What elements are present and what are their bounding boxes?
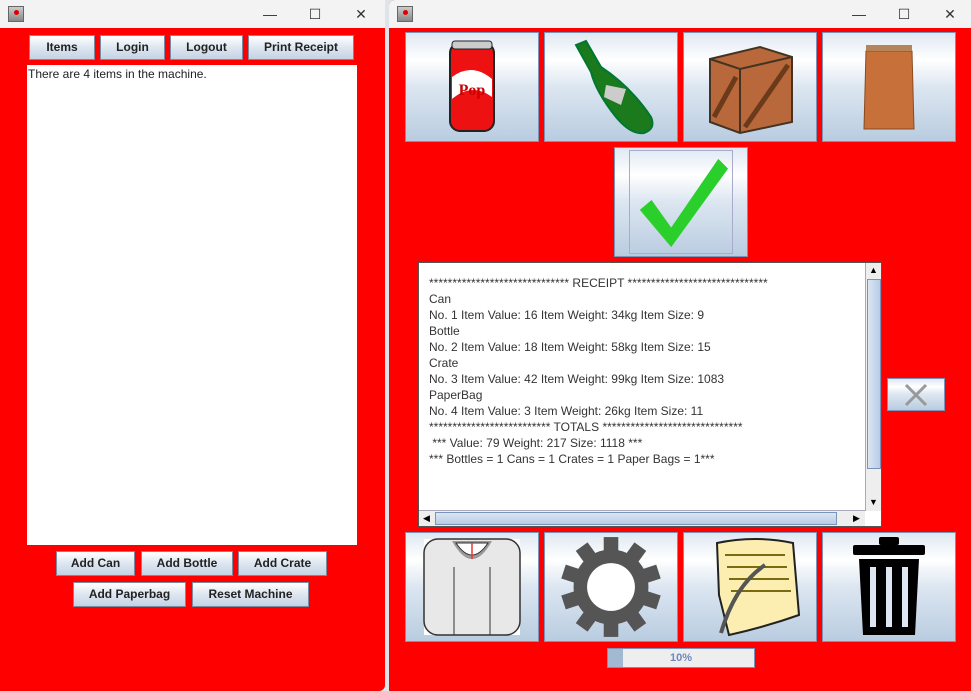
paper-bag-icon (863, 45, 915, 130)
java-app-icon (8, 6, 24, 22)
scroll-left-arrow[interactable]: ◀ (419, 511, 434, 526)
pop-can-icon: Pop (449, 40, 495, 132)
progress-bar: 10% (607, 648, 755, 668)
receipt-text-area[interactable]: ****************************** RECEIPT *… (418, 262, 882, 527)
java-app-icon (397, 6, 413, 22)
add-can-button[interactable]: Add Can (56, 551, 135, 576)
title-bar: — ☐ ✕ (389, 0, 971, 28)
receipt-line: *** Bottles = 1 Cans = 1 Crates = 1 Pape… (429, 452, 715, 466)
bottle-icon (574, 39, 654, 135)
receipt-line: Bottle (429, 324, 460, 338)
weigh-button[interactable] (405, 532, 539, 642)
checkmark-icon (629, 150, 733, 254)
logout-button[interactable]: Logout (170, 35, 243, 60)
left-window: — ☐ ✕ Items Login Logout Print Receipt T… (0, 0, 385, 691)
insert-crate-button[interactable] (683, 32, 817, 142)
receipt-line: No. 4 Item Value: 3 Item Weight: 26kg It… (429, 404, 704, 418)
settings-button[interactable] (544, 532, 678, 642)
insert-paperbag-button[interactable] (822, 32, 956, 142)
scroll-down-arrow[interactable]: ▼ (866, 495, 881, 510)
title-bar: — ☐ ✕ (0, 0, 385, 28)
scroll-right-arrow[interactable]: ▶ (849, 511, 864, 526)
cancel-button[interactable] (887, 378, 945, 411)
minimize-button[interactable]: — (255, 4, 285, 24)
add-bottle-button[interactable]: Add Bottle (141, 551, 233, 576)
gear-icon (561, 537, 661, 637)
receipt-line: Can (429, 292, 452, 306)
horizontal-scroll-thumb[interactable] (435, 512, 837, 525)
gear-tooth (603, 616, 619, 637)
scroll-up-arrow[interactable]: ▲ (866, 263, 881, 278)
close-x-icon (904, 383, 928, 406)
minimize-button[interactable]: — (844, 4, 874, 24)
receipt-line: *** Value: 79 Weight: 217 Size: 1118 *** (429, 436, 643, 450)
receipt-line: No. 3 Item Value: 42 Item Weight: 99kg I… (429, 372, 725, 386)
receipt-line: PaperBag (429, 388, 483, 402)
insert-bottle-button[interactable] (544, 32, 678, 142)
print-receipt-icon-button[interactable] (683, 532, 817, 642)
crate-icon (709, 45, 793, 135)
scroll-quill-icon (715, 538, 801, 637)
gear-tooth (603, 537, 619, 558)
close-button[interactable]: ✕ (935, 4, 965, 24)
receipt-line: ************************** TOTALS ******… (429, 420, 743, 434)
receipt-line: ****************************** RECEIPT *… (429, 276, 768, 290)
insert-can-button[interactable]: Pop (405, 32, 539, 142)
scale-icon (423, 538, 521, 636)
pop-label: Pop (459, 82, 486, 99)
add-paperbag-button[interactable]: Add Paperbag (73, 582, 186, 607)
vertical-scrollbar[interactable]: ▲ ▼ (865, 263, 881, 511)
trash-icon (853, 537, 925, 635)
receipt-line: Crate (429, 356, 459, 370)
receipt-line: No. 2 Item Value: 18 Item Weight: 58kg I… (429, 340, 711, 354)
print-receipt-button[interactable]: Print Receipt (248, 35, 354, 60)
receipt-line: No. 1 Item Value: 16 Item Weight: 34kg I… (429, 308, 705, 322)
output-text-area[interactable]: There are 4 items in the machine. (27, 65, 357, 545)
progress-label: 10% (669, 652, 693, 664)
vertical-scroll-thumb[interactable] (867, 279, 881, 469)
login-button[interactable]: Login (100, 35, 165, 60)
horizontal-scrollbar[interactable]: ◀ ▶ (419, 510, 865, 526)
add-crate-button[interactable]: Add Crate (238, 551, 327, 576)
reset-machine-button[interactable]: Reset Machine (192, 582, 309, 607)
maximize-button[interactable]: ☐ (300, 4, 330, 24)
receipt-text: ****************************** RECEIPT *… (429, 275, 768, 467)
items-button[interactable]: Items (29, 35, 95, 60)
maximize-button[interactable]: ☐ (889, 4, 919, 24)
close-button[interactable]: ✕ (346, 4, 376, 24)
confirm-button[interactable] (614, 147, 748, 257)
delete-button[interactable] (822, 532, 956, 642)
